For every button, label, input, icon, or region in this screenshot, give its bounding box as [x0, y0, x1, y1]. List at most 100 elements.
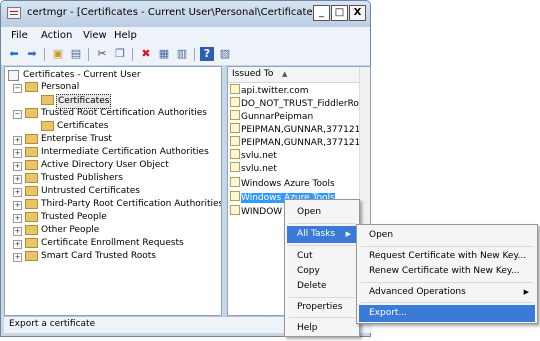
certificate-icon: [230, 110, 240, 120]
expand-icon[interactable]: +: [13, 240, 22, 249]
column-header-issued-to[interactable]: Issued To ▲: [228, 67, 370, 83]
list-item-label: svlu.net: [241, 151, 277, 161]
expand-icon[interactable]: +: [13, 201, 22, 210]
expand-icon[interactable]: +: [13, 214, 22, 223]
expand-icon[interactable]: +: [13, 149, 22, 158]
menu-item-help[interactable]: Help: [287, 320, 357, 337]
list-item[interactable]: svlu.net: [230, 149, 277, 162]
folder-icon: [25, 212, 38, 222]
tree-item-smart-card-roots[interactable]: + Smart Card Trusted Roots: [5, 250, 219, 263]
window-title: certmgr - [Certificates - Current User\P…: [27, 7, 322, 18]
certificate-icon: [230, 149, 240, 159]
menu-item-label: Advanced Operations: [369, 287, 466, 297]
tree-item-label: Enterprise Trust: [41, 134, 112, 144]
mmc-icon[interactable]: ▨: [218, 47, 232, 61]
folder-icon: [25, 238, 38, 248]
tree-item-intermediate-ca[interactable]: + Intermediate Certification Authorities: [5, 146, 219, 159]
list-item[interactable]: PEIPMAN,GUNNAR,3771213: [230, 123, 366, 136]
menu-action[interactable]: Action: [41, 30, 72, 41]
tree-item-trusted-people[interactable]: + Trusted People: [5, 211, 219, 224]
maximize-button[interactable]: □: [331, 5, 348, 21]
list-item[interactable]: GunnarPeipman: [230, 110, 313, 123]
collapse-icon[interactable]: −: [13, 110, 22, 119]
menu-file[interactable]: File: [11, 30, 28, 41]
tree-item-label: Trusted Root Certification Authorities: [41, 108, 207, 118]
list-item[interactable]: api.twitter.com: [230, 84, 309, 97]
tree-item-active-directory[interactable]: + Active Directory User Object: [5, 159, 219, 172]
delete-icon[interactable]: ✖: [139, 47, 153, 61]
certificate-icon: [230, 123, 240, 133]
submenu-arrow-icon: ▶: [523, 288, 529, 296]
folder-icon: [25, 134, 38, 144]
menu-view[interactable]: View: [83, 30, 107, 41]
tree-item-trusted-publishers[interactable]: + Trusted Publishers: [5, 172, 219, 185]
status-text: Export a certificate: [9, 319, 96, 329]
folder-icon: [25, 147, 38, 157]
menu-item-open[interactable]: Open: [287, 204, 357, 221]
tree-item-enrollment-requests[interactable]: + Certificate Enrollment Requests: [5, 237, 219, 250]
folder-icon: [25, 251, 38, 261]
copy-icon[interactable]: ❐: [113, 47, 127, 61]
expand-icon[interactable]: +: [13, 162, 22, 171]
show-hide-tree-icon[interactable]: ▤: [69, 47, 83, 61]
list-item-label: svlu.net: [241, 164, 277, 174]
forward-icon[interactable]: ➡: [25, 47, 39, 61]
certificate-icon: [230, 136, 240, 146]
menu-help[interactable]: Help: [114, 30, 137, 41]
folder-icon: [25, 108, 38, 118]
minimize-button[interactable]: _: [313, 5, 330, 21]
tree-item-enterprise-trust[interactable]: + Enterprise Trust: [5, 133, 219, 146]
folder-icon: [25, 186, 38, 196]
back-icon[interactable]: ⬅: [7, 47, 21, 61]
tree-pane[interactable]: Certificates - Current User − Personal C…: [4, 66, 222, 316]
tree-item-personal[interactable]: − Personal: [5, 81, 219, 94]
submenu-item-export[interactable]: Export...: [359, 305, 535, 322]
list-item-label: Windows Azure Tools: [241, 179, 335, 189]
folder-icon: [41, 121, 54, 131]
menu-separator: [361, 302, 533, 303]
expand-icon[interactable]: +: [13, 136, 22, 145]
tree-item-other-people[interactable]: + Other People: [5, 224, 219, 237]
folder-icon: [25, 160, 38, 170]
close-button[interactable]: X: [349, 5, 366, 21]
column-header-label: Issued To: [232, 69, 274, 79]
certmgr-app-icon[interactable]: [7, 7, 21, 19]
list-item[interactable]: Windows Azure Tools: [230, 177, 335, 190]
list-item[interactable]: DO_NOT_TRUST_FiddlerRoo: [230, 97, 364, 110]
toolbar: ⬅ ➡ ▣ ▤ ✂ ❐ ✖ ▦ ▥ ? ▨: [1, 45, 370, 65]
submenu-item-renew-new-key[interactable]: Renew Certificate with New Key...: [359, 263, 535, 280]
tree-item-trusted-root-certificates[interactable]: Certificates: [5, 120, 219, 133]
list-item-label: GunnarPeipman: [241, 112, 314, 122]
properties-icon[interactable]: ▦: [157, 47, 171, 61]
collapse-icon[interactable]: −: [13, 84, 22, 93]
list-item[interactable]: PEIPMAN,GUNNAR,3771213: [230, 136, 366, 149]
menu-item-label: All Tasks: [297, 229, 336, 239]
list-item[interactable]: WINDOW: [230, 205, 282, 218]
list-item-label: WINDOW: [241, 207, 283, 217]
tree-item-label: Smart Card Trusted Roots: [41, 251, 156, 261]
tree-item-untrusted[interactable]: + Untrusted Certificates: [5, 185, 219, 198]
menu-separator: [289, 297, 355, 298]
expand-icon[interactable]: +: [13, 253, 22, 262]
submenu-item-advanced-operations[interactable]: Advanced Operations ▶: [359, 284, 535, 301]
export-list-icon[interactable]: ▥: [175, 47, 189, 61]
menu-separator: [289, 245, 355, 246]
all-tasks-submenu: Open Request Certificate with New Key...…: [356, 224, 538, 324]
menu-item-properties[interactable]: Properties: [287, 299, 357, 316]
menu-item-all-tasks[interactable]: All Tasks ▶: [287, 226, 357, 243]
cut-icon[interactable]: ✂: [95, 47, 109, 61]
tree-item-third-party-root[interactable]: + Third-Party Root Certification Authori…: [5, 198, 221, 211]
expand-icon[interactable]: +: [13, 227, 22, 236]
help-icon[interactable]: ?: [200, 47, 214, 61]
up-folder-icon[interactable]: ▣: [51, 47, 65, 61]
title-bar[interactable]: certmgr - [Certificates - Current User\P…: [1, 1, 370, 27]
expand-icon[interactable]: +: [13, 175, 22, 184]
tree-item-label: Intermediate Certification Authorities: [41, 147, 209, 157]
expand-icon[interactable]: +: [13, 188, 22, 197]
tree-item-trusted-root[interactable]: − Trusted Root Certification Authorities: [5, 107, 219, 120]
list-item[interactable]: svlu.net: [230, 162, 277, 175]
certificate-icon: [230, 177, 240, 187]
tree-item-personal-certificates[interactable]: Certificates: [5, 94, 219, 109]
submenu-item-open[interactable]: Open: [359, 227, 535, 244]
menu-item-delete[interactable]: Delete: [287, 278, 357, 295]
